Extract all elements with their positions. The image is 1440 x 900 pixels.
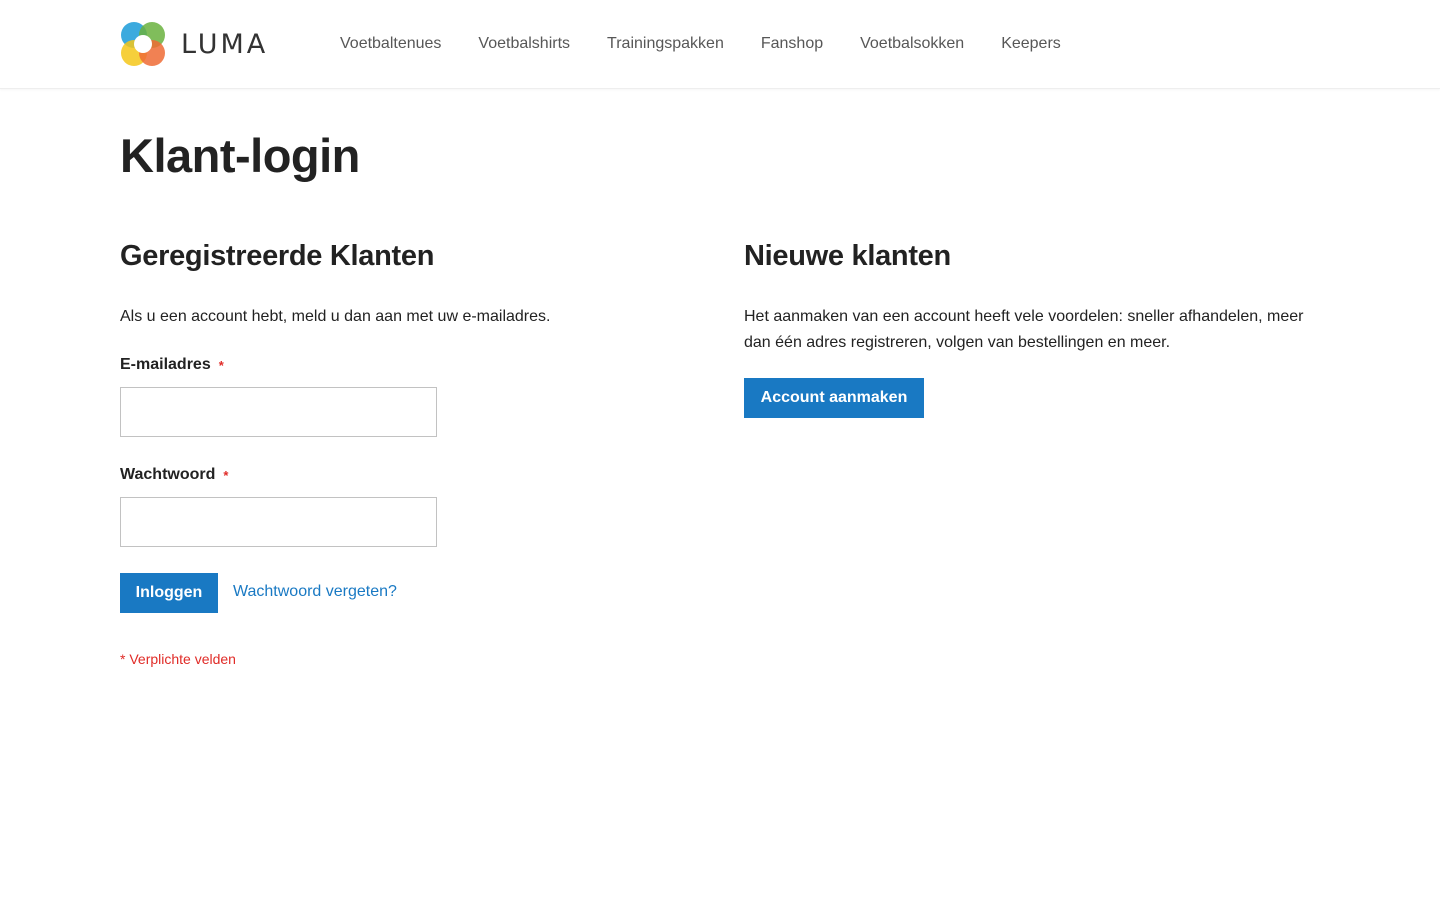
nav-item-fanshop[interactable]: Fanshop — [761, 35, 823, 53]
new-customers-intro: Het aanmaken van een account heeft vele … — [744, 308, 1304, 351]
nav-item-voetbaltenues[interactable]: Voetbaltenues — [340, 35, 441, 53]
nav-item-voetbalsokken[interactable]: Voetbalsokken — [860, 35, 964, 53]
email-input[interactable] — [120, 387, 437, 437]
password-input[interactable] — [120, 497, 437, 547]
logo-text: LUMA — [181, 28, 269, 60]
main-nav: Voetbaltenues Voetbalshirts Trainingspak… — [340, 0, 1098, 88]
login-button[interactable]: Inloggen — [120, 573, 218, 613]
nav-item-keepers[interactable]: Keepers — [1001, 35, 1061, 53]
password-required-marker: * — [223, 468, 229, 483]
new-customers-title: Nieuwe klanten — [744, 240, 951, 272]
luma-logo-icon — [121, 22, 165, 66]
required-fields-note: * Verplichte velden — [120, 651, 236, 667]
password-label: Wachtwoord * — [120, 466, 228, 484]
page-title: Klant-login — [120, 129, 360, 182]
new-customers-section: Nieuwe klanten Het aanmaken van een acco… — [744, 240, 1324, 418]
registered-customers-section: Geregistreerde Klanten Als u een account… — [120, 240, 680, 667]
create-account-button[interactable]: Account aanmaken — [744, 378, 924, 418]
email-required-marker: * — [218, 358, 224, 373]
registered-customers-title: Geregistreerde Klanten — [120, 240, 435, 272]
password-label-text: Wachtwoord — [120, 466, 216, 483]
forgot-password-link[interactable]: Wachtwoord vergeten? — [233, 583, 397, 601]
logo-link[interactable]: LUMA — [120, 20, 268, 68]
nav-item-voetbalshirts[interactable]: Voetbalshirts — [478, 35, 570, 53]
site-header: LUMA Voetbaltenues Voetbalshirts Trainin… — [0, 0, 1440, 89]
email-label: E-mailadres * — [120, 356, 224, 374]
nav-item-trainingspakken[interactable]: Trainingspakken — [607, 35, 724, 53]
email-label-text: E-mailadres — [120, 356, 211, 373]
registered-customers-intro: Als u een account hebt, meld u dan aan m… — [120, 308, 551, 325]
